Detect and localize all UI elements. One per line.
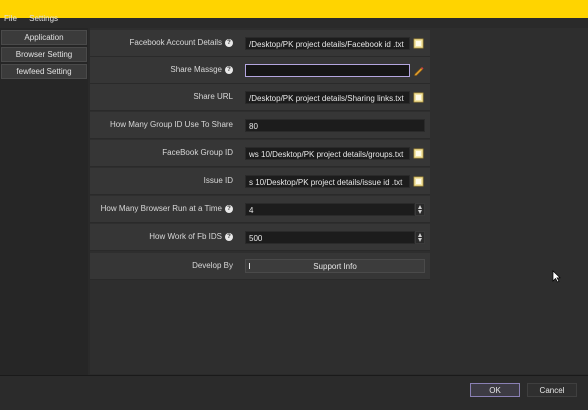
develop-by-label: Develop By — [192, 261, 233, 270]
menu-bar: File Settings — [0, 14, 90, 24]
share-message-input[interactable] — [245, 64, 410, 77]
sidebar-item-fewfeed-setting[interactable]: fewfeed Setting — [1, 64, 87, 79]
row-issue-id: Issue ID s 10/Desktop/PK project details… — [90, 168, 430, 195]
row-fb-ids-work: How Work of Fb IDS? 500 — [90, 224, 430, 251]
browser-count-input[interactable]: 4 — [245, 203, 415, 216]
fb-ids-work-label: How Work of Fb IDS? — [90, 224, 233, 250]
share-message-label: Share Massge? — [90, 57, 233, 83]
fb-ids-work-input[interactable]: 500 — [245, 231, 415, 244]
share-url-label: Share URL — [193, 92, 233, 101]
issue-id-field[interactable]: s 10/Desktop/PK project details/issue id… — [245, 175, 410, 188]
group-id-count-input[interactable]: 80 — [245, 119, 425, 132]
facebook-group-id-field[interactable]: ws 10/Desktop/PK project details/groups.… — [245, 147, 410, 160]
help-icon[interactable]: ? — [225, 204, 233, 213]
ok-button[interactable]: OK — [470, 383, 520, 397]
sidebar-item-application[interactable]: Application — [1, 30, 87, 45]
spin-down-icon[interactable] — [418, 238, 422, 242]
sidebar: Application Browser Setting fewfeed Sett… — [0, 28, 88, 378]
text-caret-icon — [249, 263, 250, 269]
dialog-footer: OK Cancel — [0, 376, 588, 410]
mouse-cursor-icon — [552, 270, 561, 283]
row-develop-by: Develop By Support Info — [90, 253, 430, 280]
row-facebook-group-id: FaceBook Group ID ws 10/Desktop/PK proje… — [90, 140, 430, 167]
browser-count-stepper[interactable] — [415, 203, 425, 216]
help-icon[interactable]: ? — [225, 38, 233, 47]
issue-id-label: Issue ID — [203, 176, 233, 185]
facebook-account-label: Facebook Account Details? — [90, 30, 233, 56]
folder-icon[interactable] — [413, 148, 424, 159]
cancel-button[interactable]: Cancel — [527, 383, 577, 397]
spin-up-icon[interactable] — [418, 233, 422, 237]
settings-panel: Facebook Account Details? /Desktop/PK pr… — [90, 28, 588, 374]
folder-icon[interactable] — [413, 176, 424, 187]
fb-ids-work-stepper[interactable] — [415, 231, 425, 244]
help-icon[interactable]: ? — [225, 232, 233, 241]
spin-down-icon[interactable] — [418, 210, 422, 214]
spin-up-icon[interactable] — [418, 205, 422, 209]
pencil-icon[interactable] — [413, 65, 424, 76]
sidebar-item-browser-setting[interactable]: Browser Setting — [1, 47, 87, 62]
folder-icon[interactable] — [413, 92, 424, 103]
facebook-group-id-label: FaceBook Group ID — [162, 148, 233, 157]
menu-settings[interactable]: Settings — [29, 14, 58, 23]
row-share-message: Share Massge? — [90, 57, 430, 84]
row-group-id-count: How Many Group ID Use To Share 80 — [90, 112, 430, 139]
row-browser-count: How Many Browser Run at a Time? 4 — [90, 196, 430, 223]
folder-icon[interactable] — [413, 38, 424, 49]
menu-file[interactable]: File — [4, 14, 17, 23]
row-share-url: Share URL /Desktop/PK project details/Sh… — [90, 84, 430, 111]
share-url-field[interactable]: /Desktop/PK project details/Sharing link… — [245, 91, 410, 104]
help-icon[interactable]: ? — [225, 65, 233, 74]
browser-count-label: How Many Browser Run at a Time? — [90, 196, 233, 222]
support-info-button[interactable]: Support Info — [245, 259, 425, 273]
facebook-account-field[interactable]: /Desktop/PK project details/Facebook id … — [245, 37, 410, 50]
row-facebook-account: Facebook Account Details? /Desktop/PK pr… — [90, 30, 430, 57]
group-id-count-label: How Many Group ID Use To Share — [109, 120, 233, 129]
